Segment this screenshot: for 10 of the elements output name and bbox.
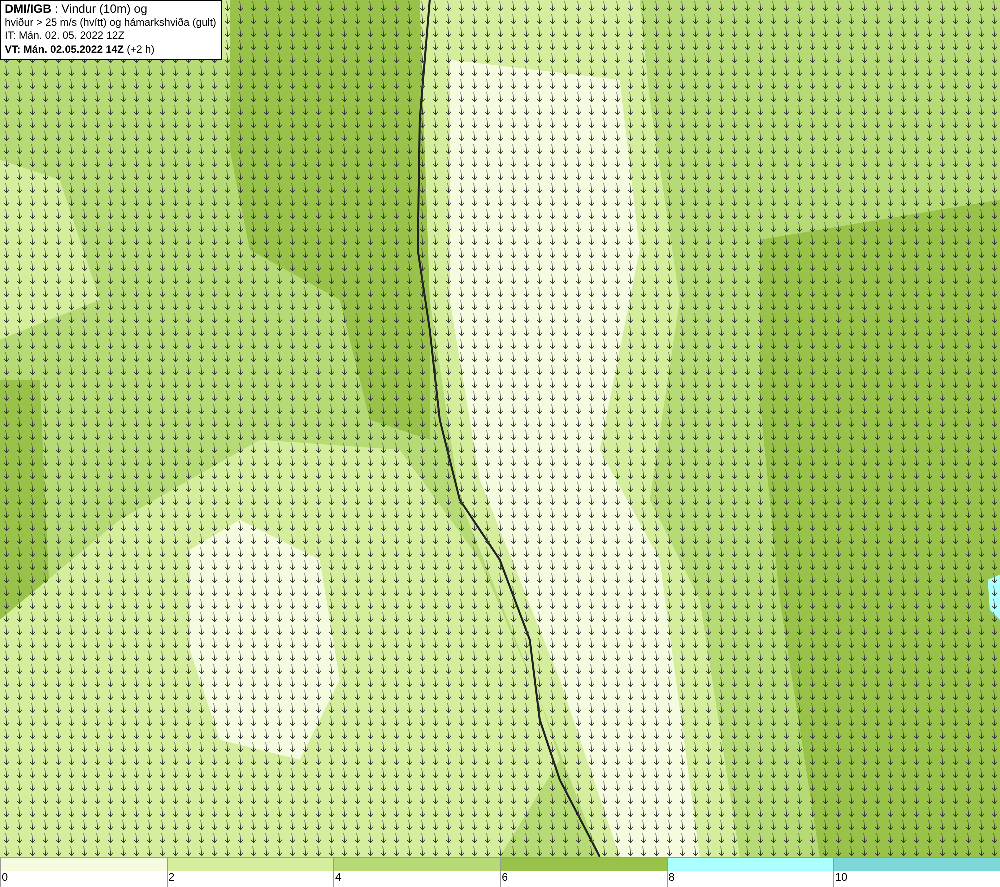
legend-label: 8: [668, 871, 675, 885]
legend-label: 10: [834, 871, 848, 885]
legend-label: 0: [1, 871, 8, 885]
header-line: IT: Mán. 02. 05. 2022 12Z: [5, 30, 126, 44]
legend-label: 6: [501, 871, 508, 885]
legend-label: 2: [168, 871, 175, 885]
header-line: DMI/IGB : Vindur (10m) og: [5, 3, 148, 16]
header-line: hviður > 25 m/s (hvítt) og hámarkshviða (gult): [5, 16, 217, 30]
header-line: VT: Mán. 02.05.2022 14Z (+2 h): [5, 44, 156, 57]
legend-label: 4: [334, 871, 342, 885]
